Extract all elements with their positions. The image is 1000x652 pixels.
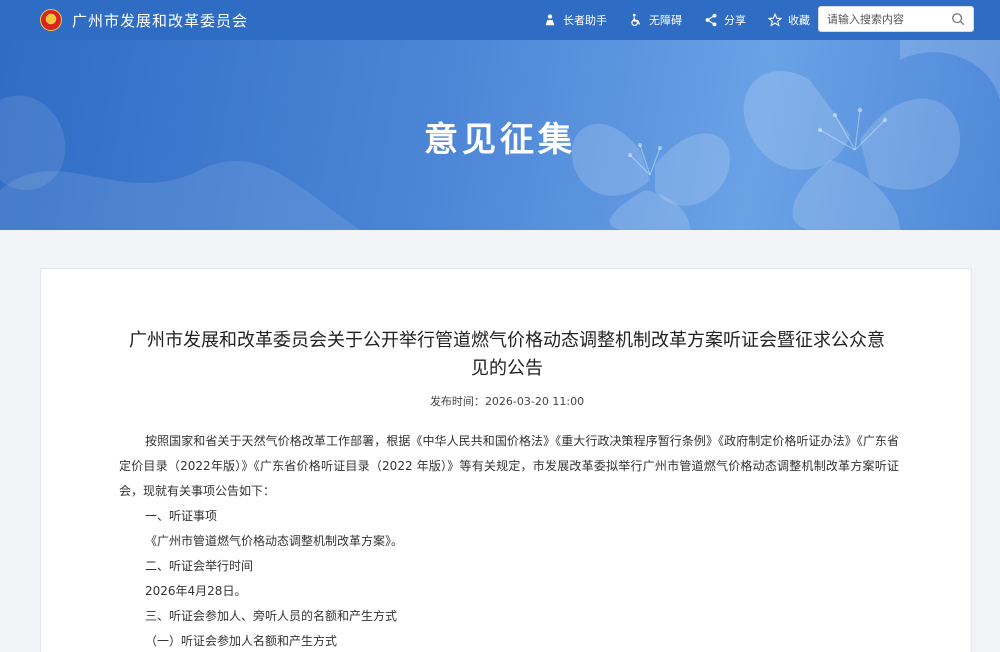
share-icon xyxy=(705,13,717,27)
elder-assist-icon xyxy=(545,14,555,26)
toolbar: 长者助手 无障碍 分享 收藏 xyxy=(521,0,810,40)
wheelchair-icon xyxy=(631,13,641,27)
article-title: 广州市发展和改革委员会关于公开举行管道燃气价格动态调整机制改革方案听证会暨征求公… xyxy=(129,330,885,379)
article-card: 广州市发展和改革委员会关于公开举行管道燃气价格动态调整机制改革方案听证会暨征求公… xyxy=(40,268,972,652)
search-input[interactable] xyxy=(827,12,947,26)
share-label: 分享 xyxy=(724,14,746,27)
favorite-button[interactable]: 收藏 xyxy=(768,12,810,28)
search-box xyxy=(818,6,974,32)
share-button[interactable]: 分享 xyxy=(704,12,746,28)
search-icon[interactable] xyxy=(951,12,965,26)
banner-title: 意见征集 xyxy=(424,120,576,160)
article-line: 《广州市管道燃气价格动态调整机制改革方案》。 xyxy=(145,534,404,548)
site-brand[interactable]: 广州市发展和改革委员会 xyxy=(40,9,248,31)
favorite-label: 收藏 xyxy=(788,14,810,27)
publish-label: 发布时间： xyxy=(429,395,485,408)
top-bar: 广州市发展和改革委员会 长者助手 无障碍 分享 收藏 xyxy=(0,0,1000,40)
article-intro: 按照国家和省关于天然气价格改革工作部署，根据《中华人民共和国价格法》《重大行政决… xyxy=(119,434,899,498)
site-title: 广州市发展和改革委员会 xyxy=(72,11,249,30)
article-line: 一、听证事项 xyxy=(145,509,218,523)
accessibility-label: 无障碍 xyxy=(649,14,682,27)
article-line: 二、听证会举行时间 xyxy=(145,559,254,573)
publish-info: 发布时间：2026-03-20 11:00 xyxy=(41,393,973,409)
elder-assist-button[interactable]: 长者助手 xyxy=(543,12,607,28)
article-line: （一）听证会参加人名额和产生方式 xyxy=(145,634,338,648)
national-emblem-icon xyxy=(40,9,62,31)
article-line: 2026年4月28日。 xyxy=(145,584,247,598)
star-icon xyxy=(768,13,782,27)
article-line: 三、听证会参加人、旁听人员的名额和产生方式 xyxy=(145,609,398,623)
banner: 意见征集 xyxy=(0,40,1000,230)
elder-assist-label: 长者助手 xyxy=(563,14,607,27)
accessibility-button[interactable]: 无障碍 xyxy=(629,12,682,28)
publish-time: 2026-03-20 11:00 xyxy=(484,395,585,408)
article-body: 按照国家和省关于天然气价格改革工作部署，根据《中华人民共和国价格法》《重大行政决… xyxy=(119,429,899,652)
